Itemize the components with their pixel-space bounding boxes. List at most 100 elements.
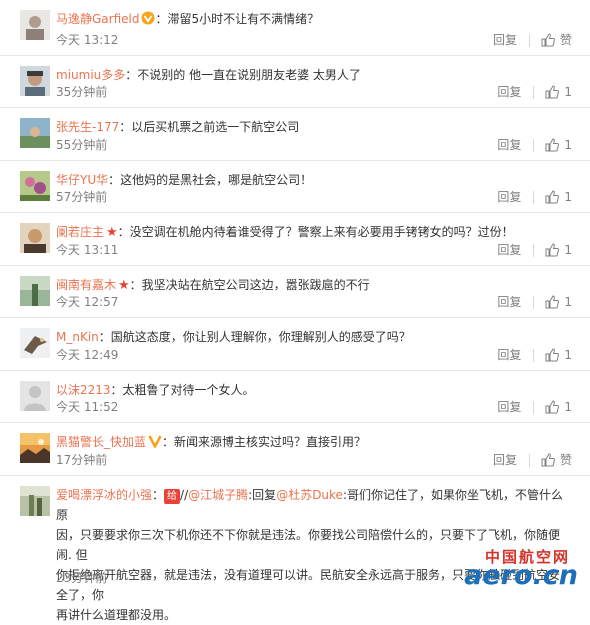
comment-text: ：我坚决站在航空公司这边，嚣张跋扈的不行 bbox=[129, 278, 370, 292]
like-button[interactable]: 赞 bbox=[541, 451, 572, 469]
avatar[interactable] bbox=[20, 118, 50, 148]
red-star-icon: ★ bbox=[118, 278, 130, 293]
watermark-latin-text: aero.cn bbox=[464, 560, 578, 591]
avatar[interactable] bbox=[20, 66, 50, 96]
avatar[interactable] bbox=[20, 486, 50, 516]
like-count: 赞 bbox=[559, 453, 572, 467]
username[interactable]: 张先生-177 bbox=[56, 120, 119, 134]
divider bbox=[533, 295, 535, 309]
comment-item: 以沫2213：太粗鲁了对待一个女人。 今天 11:52 回复 1 bbox=[0, 371, 590, 423]
avatar[interactable] bbox=[20, 171, 50, 201]
like-count: 1 bbox=[564, 400, 572, 414]
divider bbox=[533, 348, 535, 362]
timestamp: 今天 13:12 bbox=[56, 33, 119, 47]
v-yellow-icon bbox=[148, 435, 162, 448]
like-count: 1 bbox=[564, 138, 572, 152]
comment-item: 华仔YU华：这他妈的是黑社会，哪是航空公司！ 57分钟前 回复 1 bbox=[0, 161, 590, 213]
comment-text: ：新闻来源博主核实过吗？直接引用？ bbox=[162, 435, 367, 449]
avatar[interactable] bbox=[20, 276, 50, 306]
reply-button[interactable]: 回复 bbox=[497, 83, 521, 101]
username[interactable]: M_nKin bbox=[56, 330, 99, 344]
like-count: 1 bbox=[564, 243, 572, 257]
divider bbox=[533, 243, 535, 257]
reply-button[interactable]: 回复 bbox=[497, 136, 521, 154]
comment-list: 马逸静Garfield ：滞留5小时不让有不满情绪？ 今天 13:12 回复 赞 … bbox=[0, 0, 590, 622]
reply-button[interactable]: 回复 bbox=[497, 346, 521, 364]
like-count: 1 bbox=[564, 295, 572, 309]
comment-text: ：太粗鲁了对待一个女人。 bbox=[110, 383, 255, 397]
like-count: 赞 bbox=[559, 33, 572, 47]
comment-item: 张先生-177：以后买机票之前选一下航空公司 55分钟前 回复 1 bbox=[0, 108, 590, 161]
like-button[interactable]: 1 bbox=[545, 241, 572, 259]
comment-item: 阑若庄主 ★：没空调在机舱内待着谁受得了？警察上来有必要用手铐铐女的吗？过份！ 今… bbox=[0, 213, 590, 266]
username[interactable]: 马逸静Garfield bbox=[56, 12, 139, 26]
like-count: 1 bbox=[564, 348, 572, 362]
comment-text: ：滞留5小时不让有不满情绪？ bbox=[155, 12, 320, 26]
thumbs-up-icon bbox=[545, 348, 560, 362]
reply-button[interactable]: 回复 bbox=[497, 293, 521, 311]
username[interactable]: 阑若庄主 bbox=[56, 225, 104, 239]
thumbs-up-icon bbox=[545, 243, 560, 257]
timestamp: 55分钟前 bbox=[56, 138, 108, 152]
reply-button[interactable]: 回复 bbox=[493, 31, 517, 49]
avatar[interactable] bbox=[20, 328, 50, 358]
divider bbox=[528, 453, 530, 467]
divider bbox=[533, 85, 535, 99]
thumbs-up-icon bbox=[545, 295, 560, 309]
mention-link[interactable]: @江城子腾 bbox=[188, 488, 248, 502]
vip-yellow-icon bbox=[141, 11, 155, 25]
mention-link[interactable]: @杜苏Duke bbox=[276, 488, 343, 502]
like-button[interactable]: 赞 bbox=[541, 31, 572, 49]
reply-button[interactable]: 回复 bbox=[497, 241, 521, 259]
reply-button[interactable]: 回复 bbox=[497, 398, 521, 416]
timestamp: 17分钟前 bbox=[56, 453, 108, 467]
like-button[interactable]: 1 bbox=[545, 398, 572, 416]
comment-text: 再讲什么道理都没用。 bbox=[56, 608, 177, 622]
timestamp: 今天 12:57 bbox=[56, 295, 119, 309]
divider bbox=[528, 33, 530, 47]
reply-button[interactable]: 回复 bbox=[497, 188, 521, 206]
like-button[interactable]: 1 bbox=[545, 293, 572, 311]
username[interactable]: miumiu多多 bbox=[56, 68, 125, 82]
comment-text: ：国航这态度，你让别人理解你，你理解别人的感受了吗？ bbox=[98, 330, 411, 344]
divider bbox=[533, 400, 535, 414]
thumbs-up-icon bbox=[541, 453, 555, 467]
avatar[interactable] bbox=[20, 10, 50, 40]
comment-item: M_nKin：国航这态度，你让别人理解你，你理解别人的感受了吗？ 今天 12:4… bbox=[0, 318, 590, 371]
like-button[interactable]: 1 bbox=[545, 136, 572, 154]
like-button[interactable]: 1 bbox=[545, 188, 572, 206]
username[interactable]: 黑猫警长_快加蓝 bbox=[56, 435, 146, 449]
username[interactable]: 爱喝漂浮冰的小强 bbox=[56, 488, 152, 502]
timestamp: 今天 12:49 bbox=[56, 348, 119, 362]
username[interactable]: 闽南有嘉木 bbox=[56, 278, 116, 292]
timestamp: 今天 11:52 bbox=[56, 400, 119, 414]
timestamp: 今天 13:11 bbox=[56, 243, 119, 257]
comment-item: miumiu多多：不说别的 他一直在说别朋友老婆 太男人了 35分钟前 回复 1 bbox=[0, 56, 590, 108]
aero-cn-watermark: 中国航空网 aero.cn bbox=[413, 546, 578, 594]
username[interactable]: 华仔YU华 bbox=[56, 173, 108, 187]
like-button[interactable]: 1 bbox=[545, 83, 572, 101]
comment-text: ：以后买机票之前选一下航空公司 bbox=[119, 120, 300, 134]
thumbs-up-icon bbox=[545, 85, 560, 99]
thumbs-up-icon bbox=[545, 190, 560, 204]
avatar[interactable] bbox=[20, 223, 50, 253]
thumbs-up-icon bbox=[545, 138, 560, 152]
comment-text: ：不说别的 他一直在说别朋友老婆 太男人了 bbox=[125, 68, 361, 82]
red-star-icon: ★ bbox=[106, 225, 118, 240]
avatar[interactable] bbox=[20, 433, 50, 463]
avatar[interactable] bbox=[20, 381, 50, 411]
gift-badge[interactable]: 给 bbox=[164, 489, 181, 504]
username[interactable]: 以沫2213 bbox=[56, 383, 111, 397]
comment-item: 黑猫警长_快加蓝 ：新闻来源博主核实过吗？直接引用？ 17分钟前 回复 赞 bbox=[0, 423, 590, 476]
like-count: 1 bbox=[564, 190, 572, 204]
timestamp: 57分钟前 bbox=[56, 190, 108, 204]
comment-item: 闽南有嘉木 ★：我坚决站在航空公司这边，嚣张跋扈的不行 今天 12:57 回复 1 bbox=[0, 266, 590, 318]
comment-text: ：没空调在机舱内待着谁受得了？警察上来有必要用手铐铐女的吗？过份！ bbox=[117, 225, 514, 239]
comment-item: 马逸静Garfield ：滞留5小时不让有不满情绪？ 今天 13:12 回复 赞 bbox=[0, 0, 590, 56]
thumbs-up-icon bbox=[541, 33, 555, 47]
like-button[interactable]: 1 bbox=[545, 346, 572, 364]
thumbs-up-icon bbox=[545, 400, 560, 414]
timestamp: 35分钟前 bbox=[56, 85, 108, 99]
reply-button[interactable]: 回复 bbox=[493, 451, 517, 469]
timestamp: 23分钟前 bbox=[56, 571, 108, 585]
